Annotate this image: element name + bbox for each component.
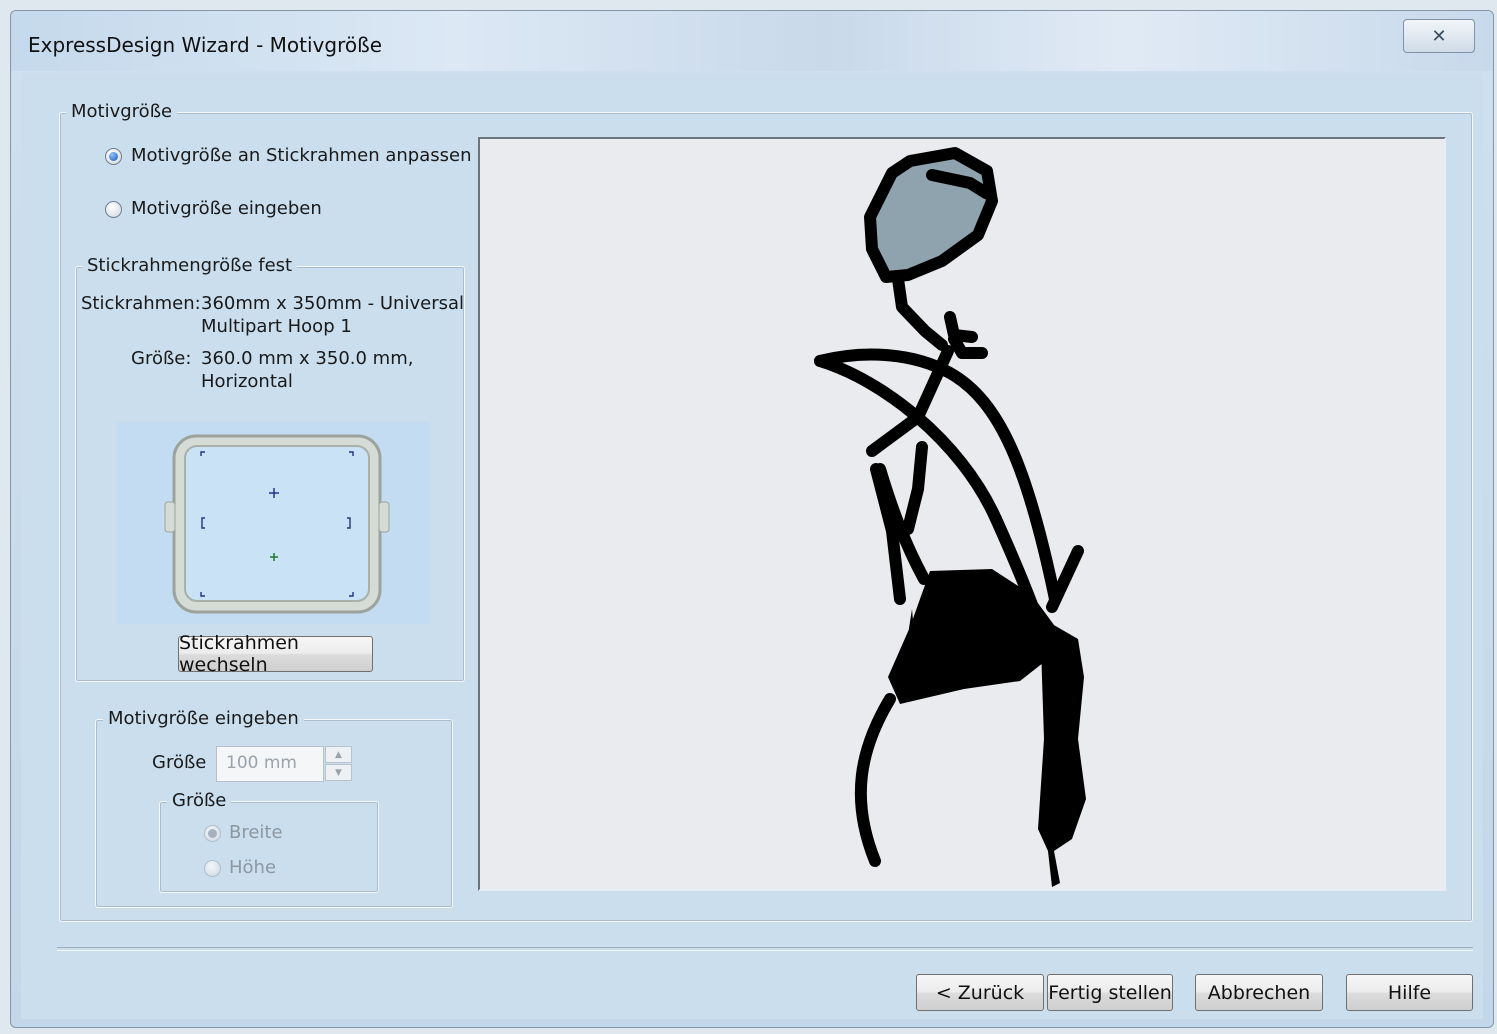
size-input[interactable]: 100 mm	[216, 746, 324, 782]
size-dimension-group-label: Größe	[167, 791, 232, 811]
size-field-label: Größe	[152, 752, 207, 773]
enter-size-group-label: Motivgröße eingeben	[103, 709, 304, 729]
hoop-size-label: Größe:	[131, 348, 192, 369]
design-preview	[478, 137, 1446, 891]
chevron-up-icon: ▲	[335, 749, 342, 760]
footer-separator	[57, 947, 1473, 951]
hoop-size-value-line1: 360.0 mm x 350.0 mm,	[201, 348, 414, 369]
radio-enter-size[interactable]	[105, 201, 122, 218]
chevron-down-icon: ▼	[335, 767, 342, 778]
embroidery-design-image	[814, 147, 1086, 887]
radio-height-label[interactable]: Höhe	[229, 857, 276, 879]
cancel-button[interactable]: Abbrechen	[1195, 974, 1323, 1011]
radio-height[interactable]	[204, 860, 221, 877]
change-hoop-button[interactable]: Stickrahmen wechseln	[178, 632, 373, 676]
size-spin-up[interactable]: ▲	[325, 746, 352, 763]
radio-enter-size-label[interactable]: Motivgröße eingeben	[131, 198, 322, 220]
hoop-preview-image	[117, 422, 430, 624]
hoop-size-group-label: Stickrahmengröße fest	[82, 256, 298, 276]
radio-fit-to-hoop[interactable]	[105, 148, 122, 165]
hoop-value-line2: Multipart Hoop 1	[201, 316, 352, 337]
title-bar[interactable]: ExpressDesign Wizard - Motivgröße ✕	[11, 11, 1493, 71]
wizard-window: ExpressDesign Wizard - Motivgröße ✕ Moti…	[10, 10, 1494, 1028]
motif-size-group-label: Motivgröße	[66, 102, 178, 122]
hoop-size-value-line2: Horizontal	[201, 371, 293, 392]
hoop-label: Stickrahmen:	[81, 293, 201, 314]
radio-width[interactable]	[204, 825, 221, 842]
back-button[interactable]: < Zurück	[916, 974, 1044, 1011]
size-dimension-group	[159, 801, 379, 893]
help-button[interactable]: Hilfe	[1346, 974, 1473, 1011]
close-icon: ✕	[1431, 25, 1447, 47]
window-title: ExpressDesign Wizard - Motivgröße	[28, 33, 382, 57]
dialog-client-area: Motivgröße Motivgröße an Stickrahmen anp…	[21, 73, 1483, 1019]
hoop-icon	[164, 434, 390, 614]
close-button[interactable]: ✕	[1403, 19, 1475, 53]
finish-button[interactable]: Fertig stellen	[1047, 974, 1173, 1011]
size-input-value: 100 mm	[226, 753, 297, 773]
radio-fit-to-hoop-label[interactable]: Motivgröße an Stickrahmen anpassen	[131, 145, 472, 167]
hoop-value-line1: 360mm x 350mm - Universal	[201, 293, 465, 314]
size-spin-down[interactable]: ▼	[325, 764, 352, 781]
radio-width-label[interactable]: Breite	[229, 822, 283, 844]
